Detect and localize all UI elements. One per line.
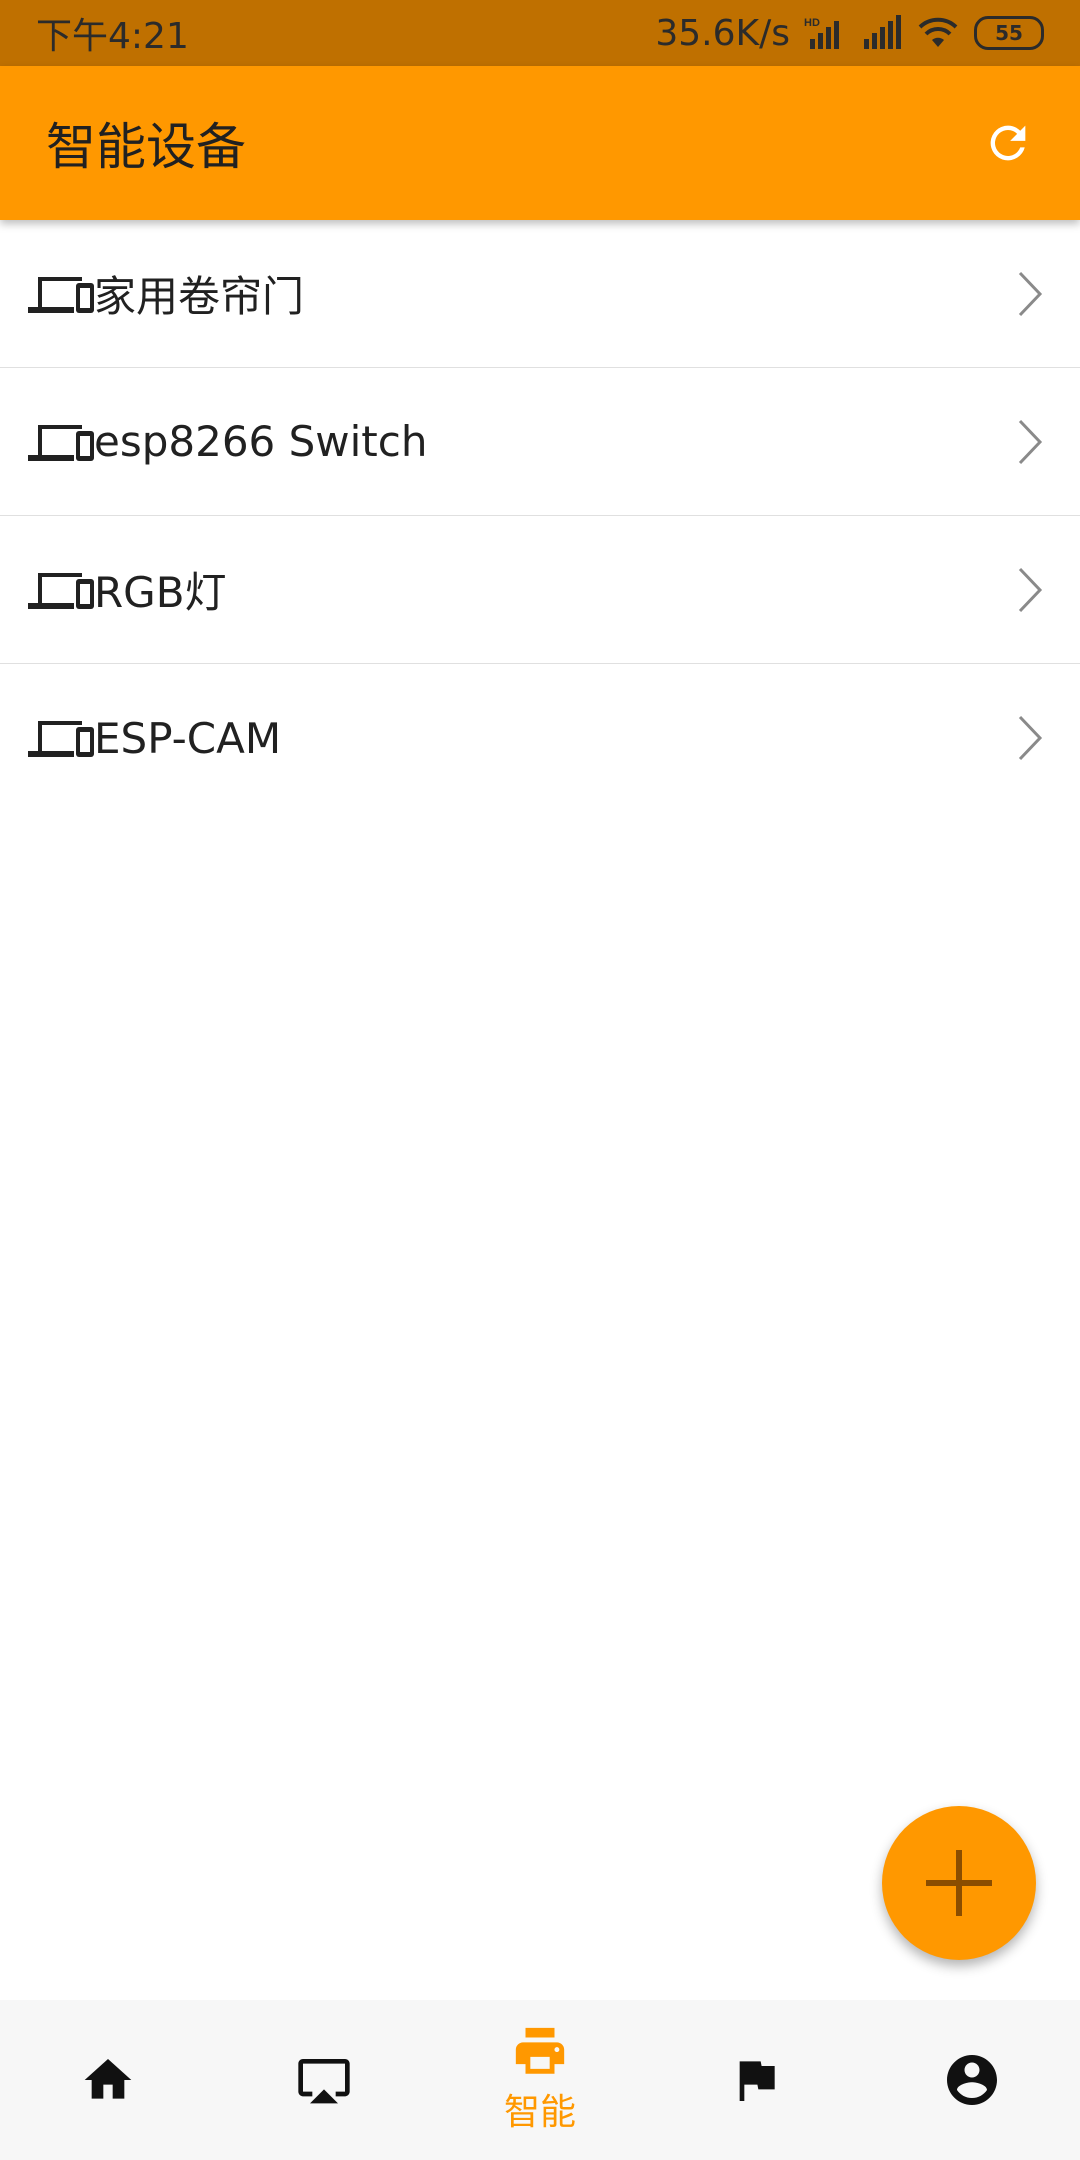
device-item[interactable]: RGB灯 (0, 516, 1080, 664)
account-icon (947, 2055, 997, 2105)
nav-item-cast[interactable] (216, 2000, 432, 2160)
device-item[interactable]: esp8266 Switch (0, 368, 1080, 516)
battery-indicator: 55 (974, 16, 1044, 50)
nav-item-flag[interactable] (648, 2000, 864, 2160)
device-item[interactable]: 家用卷帘门 (0, 220, 1080, 368)
status-time: 下午4:21 (36, 16, 189, 57)
refresh-icon (990, 125, 1026, 161)
add-icon (926, 1850, 992, 1916)
refresh-button[interactable] (976, 111, 1040, 175)
devices-icon (28, 565, 94, 615)
device-label: 家用卷帘门 (94, 272, 305, 321)
network-speed: 35.6K/s (655, 12, 790, 54)
chevron-right-icon (1018, 419, 1043, 464)
signal-icon (860, 15, 902, 51)
nav-item-smart[interactable]: 智能 (432, 2000, 648, 2160)
device-label: ESP-CAM (94, 713, 282, 763)
nav-label-smart: 智能 (503, 2092, 576, 2133)
device-label: esp8266 Switch (94, 417, 428, 466)
home-icon (84, 2059, 132, 2099)
wifi-icon (916, 15, 960, 51)
cast-icon (298, 2059, 350, 2104)
devices-icon (28, 269, 94, 319)
printer-icon (515, 2027, 565, 2074)
svg-text:HD: HD (804, 17, 820, 29)
nav-item-account[interactable] (864, 2000, 1080, 2160)
chevron-right-icon (1018, 567, 1043, 612)
chevron-right-icon (1018, 271, 1043, 316)
chevron-right-icon (1018, 715, 1043, 761)
status-indicators: 35.6K/s HD 55 (655, 13, 1044, 54)
hd-signal-icon: HD (804, 15, 846, 51)
devices-icon (28, 713, 94, 763)
device-item[interactable]: ESP-CAM (0, 664, 1080, 812)
add-device-button[interactable] (882, 1806, 1036, 1960)
device-list: 家用卷帘门 esp8266 Switch RGB灯 ESP-CAM (0, 220, 1080, 812)
devices-icon (28, 417, 94, 467)
app-bar: 智能设备 (0, 66, 1080, 220)
page-title: 智能设备 (46, 118, 246, 176)
status-bar: 下午4:21 35.6K/s HD 55 (0, 0, 1080, 66)
bottom-navigation: 智能 (0, 2000, 1080, 2160)
device-label: RGB灯 (94, 568, 227, 617)
nav-item-home[interactable] (0, 2000, 216, 2160)
flag-icon (739, 2061, 775, 2101)
